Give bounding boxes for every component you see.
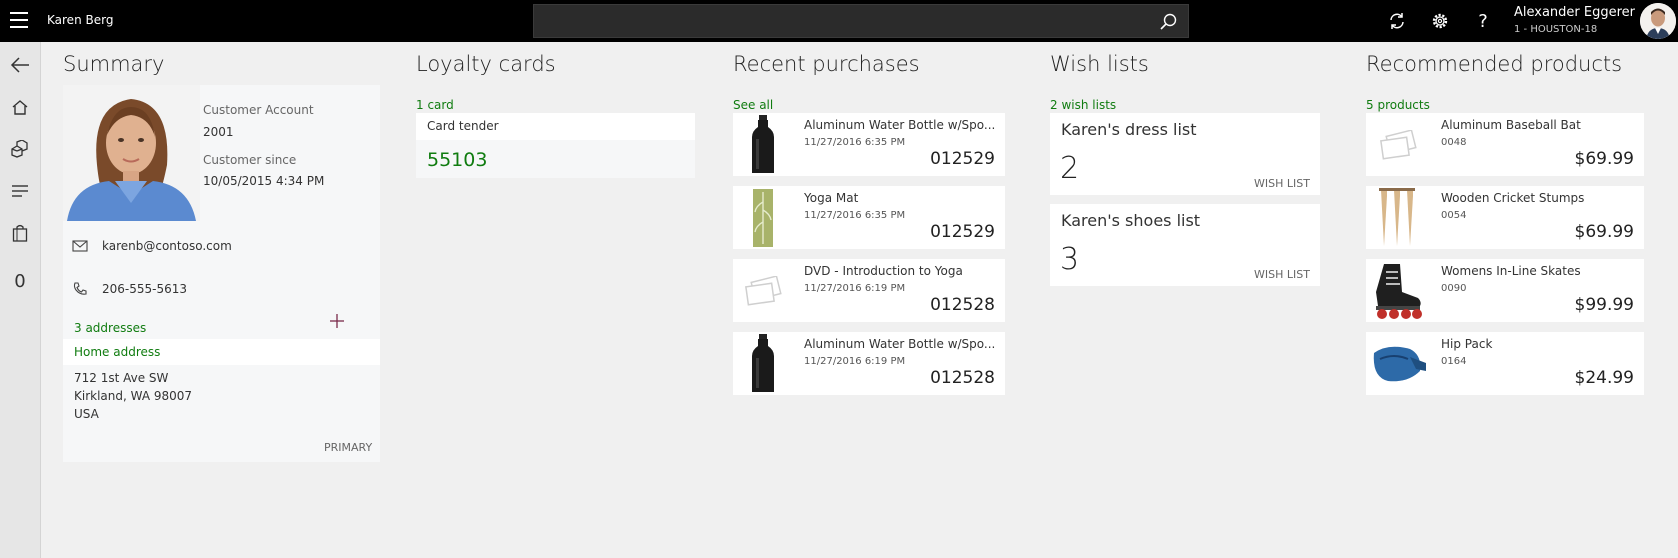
- wish-list-name: Karen's dress list: [1061, 120, 1197, 139]
- customer-email[interactable]: karenb@contoso.com: [102, 239, 232, 253]
- recommended-product-card[interactable]: Aluminum Baseball Bat 0048 $69.99: [1366, 113, 1644, 176]
- loyalty-card-number: 55103: [427, 149, 488, 171]
- loyalty-title: Loyalty cards: [416, 52, 556, 76]
- recent-purchase-card[interactable]: Aluminum Water Bottle w/Spo... 11/27/2016…: [733, 113, 1005, 176]
- recommended-title: Recommended products: [1366, 52, 1623, 76]
- recent-purchase-card[interactable]: DVD - Introduction to Yoga 11/27/2016 6:1…: [733, 259, 1005, 322]
- skate-icon: [1368, 261, 1428, 321]
- placeholder-icon: [733, 261, 793, 321]
- cricket-stumps-icon: [1368, 188, 1428, 248]
- account-label: Customer Account: [203, 103, 314, 117]
- wish-list-item-count: 3: [1060, 242, 1080, 277]
- add-address-icon[interactable]: [329, 313, 345, 329]
- mail-icon: [72, 240, 88, 252]
- wish-lists-count-link[interactable]: 2 wish lists: [1050, 98, 1116, 112]
- cart-count-value: 0: [14, 270, 26, 292]
- address-line-1: 712 1st Ave SW: [74, 371, 169, 385]
- recent-purchase-date: 11/27/2016 6:35 PM: [804, 137, 906, 148]
- recent-purchase-name: Aluminum Water Bottle w/Spo...: [804, 118, 996, 132]
- recommended-count-link[interactable]: 5 products: [1366, 98, 1430, 112]
- search-icon[interactable]: [1158, 12, 1178, 32]
- account-value: 2001: [203, 125, 234, 139]
- recent-purchase-name: Yoga Mat: [804, 191, 859, 205]
- recommended-product-card[interactable]: Womens In-Line Skates 0090 $99.99: [1366, 259, 1644, 322]
- wish-list-name: Karen's shoes list: [1061, 211, 1201, 230]
- cart-count[interactable]: 0: [9, 270, 31, 292]
- recent-purchase-name: DVD - Introduction to Yoga: [804, 264, 963, 278]
- product-code: 0090: [1441, 283, 1467, 294]
- address-type: Home address: [74, 345, 161, 359]
- customer-photo: [63, 85, 200, 221]
- sync-icon[interactable]: [1386, 10, 1408, 32]
- user-avatar[interactable]: [1640, 3, 1676, 39]
- wish-list-card[interactable]: Karen's shoes list 3 WISH LIST: [1050, 204, 1320, 286]
- top-bar: Karen Berg ? Alexander Eggerer 1 - HOUST…: [0, 0, 1678, 42]
- customer-phone[interactable]: 206-555-5613: [102, 282, 187, 296]
- yoga-mat-icon: [733, 188, 793, 248]
- product-price: $69.99: [1574, 149, 1634, 169]
- product-price: $24.99: [1574, 368, 1634, 388]
- recent-purchase-transaction: 012529: [930, 222, 995, 242]
- customer-name[interactable]: Karen Berg: [47, 13, 113, 27]
- product-name: Wooden Cricket Stumps: [1441, 191, 1585, 205]
- loyalty-count-link[interactable]: 1 card: [416, 98, 454, 112]
- product-name: Womens In-Line Skates: [1441, 264, 1581, 278]
- products-icon[interactable]: [9, 138, 31, 160]
- recent-purchase-date: 11/27/2016 6:19 PM: [804, 283, 906, 294]
- loyalty-card[interactable]: Card tender 55103: [416, 113, 695, 178]
- address-line-2: Kirkland, WA 98007: [74, 389, 193, 403]
- product-price: $69.99: [1574, 222, 1634, 242]
- placeholder-icon: [1368, 115, 1428, 175]
- settings-gear-icon[interactable]: [1429, 10, 1451, 32]
- wish-lists-title: Wish lists: [1050, 52, 1149, 76]
- recent-purchase-date: 11/27/2016 6:35 PM: [804, 210, 906, 221]
- search-input[interactable]: [534, 5, 1134, 37]
- customer-since-value: 10/05/2015 4:34 PM: [203, 174, 325, 188]
- home-icon[interactable]: [9, 96, 31, 118]
- product-price: $99.99: [1574, 295, 1634, 315]
- product-code: 0164: [1441, 356, 1467, 367]
- address-type-row[interactable]: Home address: [63, 339, 380, 365]
- bottle-icon: [733, 115, 793, 175]
- hip-pack-icon: [1368, 334, 1428, 394]
- wish-list-item-count: 2: [1060, 151, 1080, 186]
- user-store: 1 - HOUSTON-18: [1514, 24, 1598, 35]
- wish-list-tag: WISH LIST: [1254, 268, 1310, 281]
- addresses-link[interactable]: 3 addresses: [74, 321, 146, 335]
- phone-icon: [73, 282, 87, 295]
- left-nav: 0: [0, 42, 41, 558]
- recent-purchase-transaction: 012528: [930, 368, 995, 388]
- product-code: 0054: [1441, 210, 1467, 221]
- user-name[interactable]: Alexander Eggerer: [1514, 5, 1635, 20]
- list-icon[interactable]: [9, 180, 31, 202]
- product-code: 0048: [1441, 137, 1467, 148]
- recent-purchase-name: Aluminum Water Bottle w/Spo...: [804, 337, 996, 351]
- wish-list-card[interactable]: Karen's dress list 2 WISH LIST: [1050, 113, 1320, 195]
- recent-purchases-title: Recent purchases: [733, 52, 920, 76]
- search-box[interactable]: [533, 4, 1189, 38]
- bottle-icon: [733, 334, 793, 394]
- recent-purchase-transaction: 012528: [930, 295, 995, 315]
- product-name: Aluminum Baseball Bat: [1441, 118, 1581, 132]
- recommended-product-card[interactable]: Hip Pack 0164 $24.99: [1366, 332, 1644, 395]
- recent-see-all-link[interactable]: See all: [733, 98, 773, 112]
- help-icon[interactable]: ?: [1472, 10, 1494, 32]
- product-name: Hip Pack: [1441, 337, 1493, 351]
- recent-purchase-card[interactable]: Yoga Mat 11/27/2016 6:35 PM 012529: [733, 186, 1005, 249]
- recent-purchase-date: 11/27/2016 6:19 PM: [804, 356, 906, 367]
- customer-since-label: Customer since: [203, 153, 297, 167]
- primary-label: PRIMARY: [324, 441, 373, 454]
- wish-list-tag: WISH LIST: [1254, 177, 1310, 190]
- recent-purchase-card[interactable]: Aluminum Water Bottle w/Spo... 11/27/2016…: [733, 332, 1005, 395]
- address-line-3: USA: [74, 407, 99, 421]
- recent-purchase-transaction: 012529: [930, 149, 995, 169]
- loyalty-card-type: Card tender: [427, 119, 499, 133]
- shopping-bag-icon[interactable]: [9, 222, 31, 244]
- summary-title: Summary: [63, 52, 165, 76]
- hamburger-menu-icon[interactable]: [10, 12, 28, 28]
- back-arrow-icon[interactable]: [9, 54, 31, 76]
- recommended-product-card[interactable]: Wooden Cricket Stumps 0054 $69.99: [1366, 186, 1644, 249]
